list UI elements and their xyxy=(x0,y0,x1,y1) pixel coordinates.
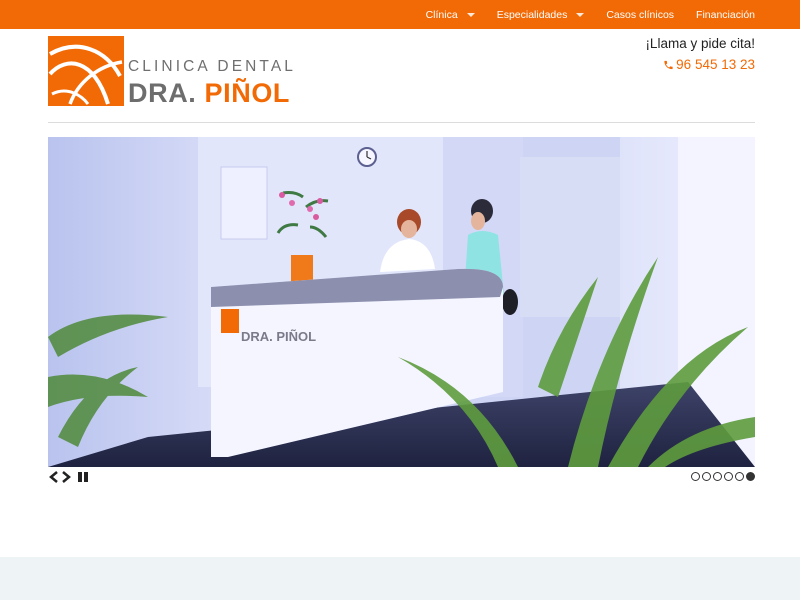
chevron-down-icon xyxy=(576,12,585,17)
clinic-logo[interactable]: CLINICA DENTAL DRA. PIÑOL xyxy=(48,36,348,108)
glass-block-wall xyxy=(520,157,620,317)
main-nav: Clínica Especialidades Casos clínicos Fi… xyxy=(404,0,755,29)
nav-item-label: Especialidades xyxy=(496,8,568,21)
slider-controls xyxy=(48,470,90,489)
top-navigation-bar: Clínica Especialidades Casos clínicos Fi… xyxy=(0,0,800,29)
footer-band xyxy=(0,557,800,600)
nav-item-label: Financiación xyxy=(696,8,755,21)
reception-desk-photo: DRA. PIÑOL xyxy=(48,137,755,467)
nav-item-label: Casos clínicos xyxy=(606,8,675,21)
slide-dot-1[interactable] xyxy=(691,472,700,481)
prev-icon[interactable] xyxy=(48,470,60,489)
slide-dot-3[interactable] xyxy=(713,472,722,481)
nav-item-especialidades[interactable]: Especialidades xyxy=(497,9,585,21)
pause-icon[interactable] xyxy=(76,470,90,489)
cta-text: ¡Llama y pide cita! xyxy=(645,36,755,51)
logo-subtitle: CLINICA DENTAL xyxy=(128,58,297,75)
phone-number: 96 545 13 23 xyxy=(676,57,755,72)
logo-title-orange: PIÑOL xyxy=(204,78,291,108)
nav-item-financiacion[interactable]: Financiación xyxy=(696,9,755,21)
slide-dot-5[interactable] xyxy=(735,472,744,481)
slider-pagination xyxy=(689,472,755,481)
header-divider xyxy=(48,122,755,123)
next-icon[interactable] xyxy=(60,470,72,489)
desk-sign-text: DRA. PIÑOL xyxy=(241,329,316,344)
slide-dot-6[interactable] xyxy=(746,472,755,481)
slide-dot-4[interactable] xyxy=(724,472,733,481)
chevron-down-icon xyxy=(466,12,475,17)
logo-mark-icon xyxy=(48,36,124,106)
image-slider: DRA. PIÑOL xyxy=(48,137,755,467)
logo-title-dark: DRA. xyxy=(128,78,197,108)
slide-dot-2[interactable] xyxy=(702,472,711,481)
nav-item-clinica[interactable]: Clínica xyxy=(426,9,475,21)
phone-icon xyxy=(664,60,673,69)
nav-item-label: Clínica xyxy=(425,8,458,21)
phone-link[interactable]: 96 545 13 23 xyxy=(645,57,755,72)
logo-title: DRA. PIÑOL xyxy=(128,78,290,109)
call-to-action: ¡Llama y pide cita! 96 545 13 23 xyxy=(645,36,755,72)
nav-item-casos-clinicos[interactable]: Casos clínicos xyxy=(606,9,674,21)
